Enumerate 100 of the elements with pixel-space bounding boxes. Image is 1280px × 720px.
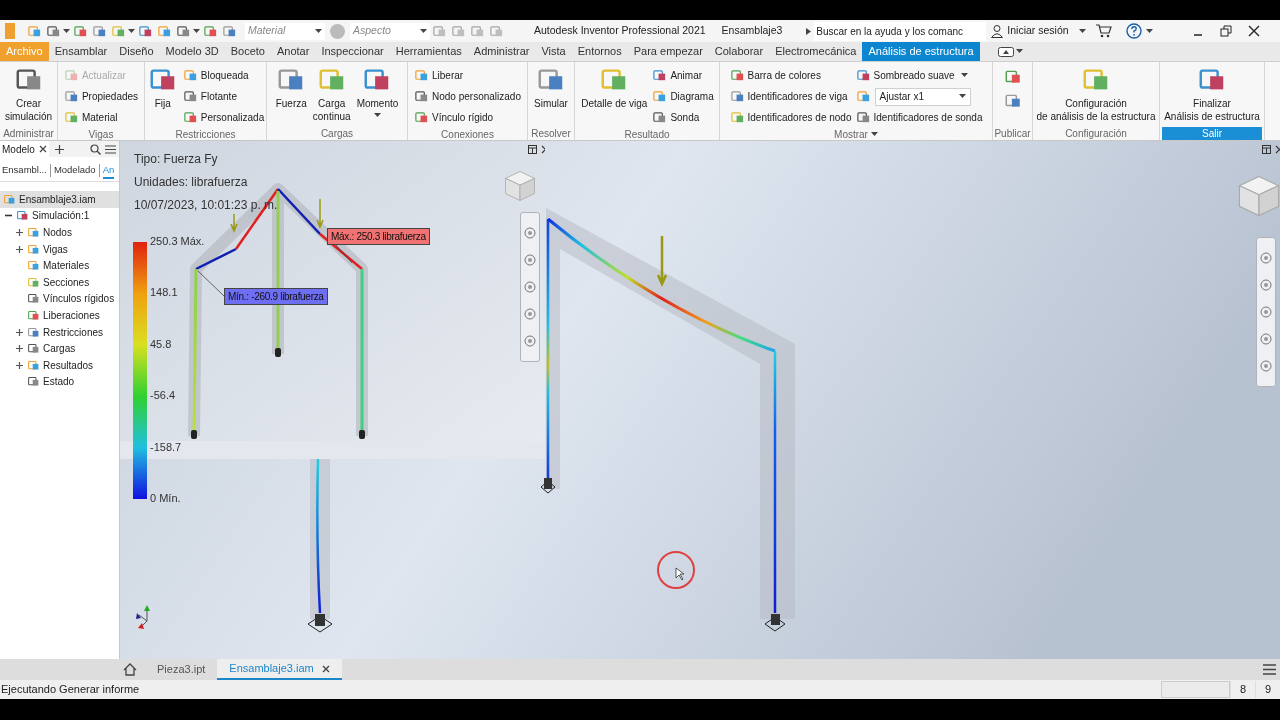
- view-cube-icon[interactable]: [1236, 173, 1280, 219]
- toolbar-icon[interactable]: [203, 23, 218, 39]
- ribbon-button[interactable]: Diagrama: [652, 86, 714, 107]
- search-field[interactable]: Buscar en la ayuda y los comanc: [814, 21, 987, 41]
- ribbon-button[interactable]: Flotante: [182, 86, 265, 107]
- publish-icon: [1003, 92, 1022, 110]
- ribbon-button[interactable]: Sonda: [652, 107, 714, 128]
- ribbon-button[interactable]: Personalizada: [182, 107, 265, 128]
- ribbon-tab[interactable]: Administrar: [467, 42, 536, 61]
- ribbon-tab[interactable]: Análisis de estructura: [862, 42, 980, 61]
- ribbon-tab[interactable]: Herramientas: [389, 42, 468, 61]
- ribbon-tab[interactable]: Para empezar: [627, 42, 709, 61]
- ribbon-tab[interactable]: Boceto: [224, 42, 271, 61]
- publish-button[interactable]: [1003, 92, 1022, 110]
- menu-icon[interactable]: [105, 144, 116, 154]
- tree-node-icon: [27, 358, 40, 372]
- tree-item[interactable]: Restricciones: [0, 323, 119, 341]
- appearance-dropdown[interactable]: Aspecto: [350, 22, 430, 40]
- ribbon-button[interactable]: Crear simulación: [3, 65, 54, 123]
- panel-title: Salir: [1162, 127, 1262, 140]
- tree-item[interactable]: Ensamblaje3.iam: [0, 191, 119, 208]
- ribbon-tab[interactable]: Diseño: [113, 42, 160, 61]
- ribbon-button[interactable]: Fija: [146, 65, 179, 110]
- tool-icon: [855, 89, 871, 104]
- close-icon[interactable]: [1246, 24, 1261, 38]
- panel-toggle-icon[interactable]: [997, 46, 1014, 57]
- window-layout-icon[interactable]: [1262, 145, 1271, 154]
- ribbon-button[interactable]: Configuración de análisis de la estructura: [1035, 65, 1157, 123]
- toolbar-icon[interactable]: [176, 23, 191, 39]
- tree-item[interactable]: Nodos: [0, 224, 119, 241]
- toolbar-icon[interactable]: [46, 23, 61, 39]
- expand-icon[interactable]: [15, 244, 24, 254]
- sign-in-button[interactable]: Iniciar sesión: [990, 23, 1069, 39]
- scale-dropdown[interactable]: Ajustar x1: [874, 87, 971, 106]
- ribbon-tab[interactable]: Ensamblar: [48, 42, 114, 61]
- document-tab[interactable]: Pieza3.ipt: [145, 659, 218, 680]
- ribbon-tab[interactable]: Vista: [535, 42, 572, 61]
- ribbon-button[interactable]: Material: [63, 107, 139, 128]
- ribbon-button[interactable]: Animar: [652, 65, 714, 86]
- ribbon-tab[interactable]: Anotar: [270, 42, 316, 61]
- ribbon-button[interactable]: Simular: [533, 65, 569, 110]
- ribbon-button[interactable]: Liberar: [414, 65, 521, 86]
- expand-icon[interactable]: [15, 327, 24, 337]
- close-icon[interactable]: [321, 664, 330, 673]
- browser-tab[interactable]: Ensambl...: [2, 162, 47, 179]
- tree-item[interactable]: Liberaciones: [0, 307, 119, 324]
- cart-icon[interactable]: [1095, 24, 1112, 38]
- window-layout-icon[interactable]: [528, 145, 537, 154]
- tree-item[interactable]: Vínculos rígidos: [0, 290, 119, 308]
- close-icon[interactable]: [38, 145, 47, 153]
- tree-item[interactable]: Vigas: [0, 240, 119, 258]
- ribbon-button[interactable]: Nodo personalizado: [414, 86, 521, 107]
- ribbon-button[interactable]: Identificadores de nodo: [729, 107, 852, 128]
- ribbon-tab[interactable]: Inspeccionar: [315, 42, 390, 61]
- window-title: Autodesk Inventor Professional 2021: [534, 23, 706, 39]
- toolbar-icon[interactable]: [73, 23, 88, 39]
- tree-item[interactable]: Cargas: [0, 340, 119, 357]
- ribbon-button[interactable]: Finalizar Análisis de estructura: [1163, 65, 1261, 123]
- ribbon-tab[interactable]: Entornos: [571, 42, 628, 61]
- ribbon-button[interactable]: Momento: [355, 65, 400, 118]
- ribbon-button[interactable]: Identificadores de sonda: [855, 107, 983, 128]
- ribbon-button[interactable]: Propiedades: [63, 86, 139, 107]
- expand-icon[interactable]: [15, 360, 24, 370]
- browser-tab[interactable]: An: [102, 162, 115, 179]
- search-icon[interactable]: [90, 143, 101, 155]
- toolbar-icon[interactable]: [157, 23, 172, 39]
- tree-item[interactable]: Secciones: [0, 273, 119, 291]
- toolbar-icon[interactable]: [222, 23, 237, 39]
- ribbon-button[interactable]: Fuerza: [274, 65, 308, 110]
- tree-item[interactable]: Simulación:1: [0, 207, 119, 225]
- ribbon-button[interactable]: Identificadores de viga: [729, 86, 852, 107]
- tree-item[interactable]: Materiales: [0, 257, 119, 274]
- tree-item[interactable]: Resultados: [0, 356, 119, 374]
- toolbar-icon[interactable]: [111, 23, 126, 39]
- browser-tab[interactable]: Modelado: [53, 162, 96, 179]
- panel-title: Configuración: [1065, 127, 1127, 141]
- material-dropdown[interactable]: Material: [245, 22, 325, 40]
- toolbar-icon[interactable]: [138, 23, 153, 39]
- caret-icon: [63, 28, 70, 34]
- ribbon-button[interactable]: Barra de colores: [729, 65, 852, 86]
- expand-icon[interactable]: [15, 228, 24, 237]
- expand-icon[interactable]: [806, 27, 812, 35]
- toolbar-icon[interactable]: [92, 23, 107, 39]
- ribbon-tab[interactable]: Electromecánica: [769, 42, 863, 61]
- tree-item[interactable]: Estado: [0, 373, 119, 391]
- ribbon-button[interactable]: Sombreado suave: [855, 65, 983, 86]
- restore-icon[interactable]: [1218, 24, 1233, 38]
- ribbon-button[interactable]: Vínculo rígido: [414, 107, 521, 128]
- add-icon[interactable]: [54, 144, 64, 154]
- ribbon-tab[interactable]: Modelo 3D: [159, 42, 225, 61]
- ribbon-button[interactable]: Detalle de viga: [580, 65, 649, 110]
- toolbar-icon[interactable]: [27, 23, 42, 39]
- publish-button[interactable]: [1003, 68, 1022, 86]
- help-icon[interactable]: [1125, 23, 1142, 39]
- panel-tab[interactable]: Modelo: [0, 141, 49, 157]
- document-tab[interactable]: Ensamblaje3.iam: [217, 659, 342, 680]
- ribbon-button[interactable]: Carga continua: [311, 65, 352, 123]
- expand-icon[interactable]: [15, 344, 24, 354]
- ribbon-tab[interactable]: Colaborar: [708, 42, 770, 61]
- ribbon-button[interactable]: Bloqueada: [182, 65, 265, 86]
